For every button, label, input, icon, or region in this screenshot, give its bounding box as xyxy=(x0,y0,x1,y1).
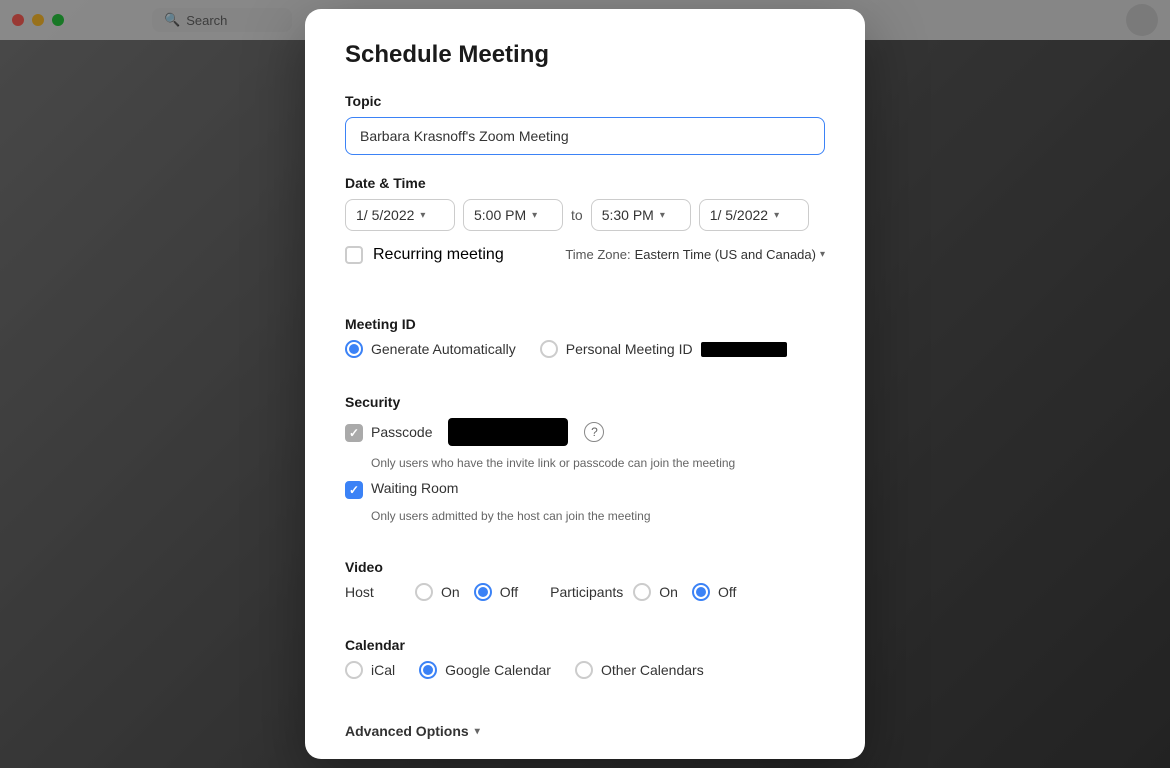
host-radio-pair: On Off xyxy=(415,583,518,601)
host-off-radio[interactable] xyxy=(474,583,492,601)
calendar-label: Calendar xyxy=(345,637,825,653)
participants-off-label: Off xyxy=(718,584,736,600)
start-time-select[interactable]: 5:00 PM ▾ xyxy=(463,199,563,231)
google-calendar-option[interactable]: Google Calendar xyxy=(419,661,551,679)
recurring-label: Recurring meeting xyxy=(373,246,504,264)
topic-input[interactable] xyxy=(345,117,825,155)
host-on-option[interactable]: On xyxy=(415,583,460,601)
end-time-select[interactable]: 5:30 PM ▾ xyxy=(591,199,691,231)
participants-video-group: Participants On Off xyxy=(550,583,736,601)
generate-auto-label: Generate Automatically xyxy=(371,341,516,357)
end-time-value: 5:30 PM xyxy=(602,207,654,223)
modal-title: Schedule Meeting xyxy=(345,41,825,69)
passcode-help-icon[interactable]: ? xyxy=(584,422,604,442)
datetime-label: Date & Time xyxy=(345,175,825,191)
schedule-meeting-modal: Schedule Meeting Topic Date & Time 1/ 5/… xyxy=(305,9,865,759)
ical-option[interactable]: iCal xyxy=(345,661,395,679)
timezone-value: Eastern Time (US and Canada) xyxy=(635,247,816,262)
passcode-row: Passcode ●●●●●●●●●● ? xyxy=(345,418,825,446)
calendar-radio-row: iCal Google Calendar Other Calendars xyxy=(345,661,825,679)
passcode-hint: Only users who have the invite link or p… xyxy=(371,456,825,470)
datetime-row: 1/ 5/2022 ▾ 5:00 PM ▾ to 5:30 PM ▾ 1/ 5/… xyxy=(345,199,825,231)
participants-on-label: On xyxy=(659,584,678,600)
help-icon-symbol: ? xyxy=(591,425,598,439)
ical-radio[interactable] xyxy=(345,661,363,679)
meeting-id-label: Meeting ID xyxy=(345,316,825,332)
start-time-chevron: ▾ xyxy=(532,210,537,221)
personal-meeting-label: Personal Meeting ID xyxy=(566,341,693,357)
end-date-chevron: ▾ xyxy=(774,210,779,221)
waiting-room-label: Waiting Room xyxy=(371,480,458,496)
topic-section: Topic xyxy=(345,93,825,155)
passcode-inline: Passcode ●●●●●●●●●● ? xyxy=(345,418,604,446)
host-on-label: On xyxy=(441,584,460,600)
passcode-label: Passcode xyxy=(371,424,432,440)
passcode-checkbox[interactable] xyxy=(345,424,363,442)
personal-meeting-option[interactable]: Personal Meeting ID ●●●●●●●●●● xyxy=(540,340,787,358)
security-section: Security Passcode ●●●●●●●●●● ? Only user… xyxy=(345,394,825,523)
generate-auto-option[interactable]: Generate Automatically xyxy=(345,340,516,358)
personal-meeting-radio[interactable] xyxy=(540,340,558,358)
participants-radio-pair: On Off xyxy=(633,583,736,601)
participants-on-radio[interactable] xyxy=(633,583,651,601)
end-time-chevron: ▾ xyxy=(660,210,665,221)
advanced-options-chevron: ▾ xyxy=(475,726,480,737)
google-calendar-radio[interactable] xyxy=(419,661,437,679)
video-section: Video Host On Off Participants xyxy=(345,559,825,601)
recurring-row: Recurring meeting Time Zone: Eastern Tim… xyxy=(345,245,825,264)
waiting-room-checkbox[interactable] xyxy=(345,481,363,499)
topic-label: Topic xyxy=(345,93,825,109)
end-date-select[interactable]: 1/ 5/2022 ▾ xyxy=(699,199,809,231)
participants-off-option[interactable]: Off xyxy=(692,583,736,601)
passcode-input[interactable]: ●●●●●●●●●● xyxy=(448,418,568,446)
meeting-id-radio-row: Generate Automatically Personal Meeting … xyxy=(345,340,825,358)
datetime-section: Date & Time 1/ 5/2022 ▾ 5:00 PM ▾ to 5:3… xyxy=(345,175,825,264)
to-text: to xyxy=(571,207,583,223)
host-off-option[interactable]: Off xyxy=(474,583,518,601)
start-date-chevron: ▾ xyxy=(420,210,425,221)
host-off-label: Off xyxy=(500,584,518,600)
host-video-group: Host On Off xyxy=(345,583,518,601)
timezone-group: Time Zone: Eastern Time (US and Canada) … xyxy=(565,247,825,262)
waiting-room-hint: Only users admitted by the host can join… xyxy=(371,509,825,523)
ical-label: iCal xyxy=(371,662,395,678)
advanced-options-label: Advanced Options xyxy=(345,723,469,739)
end-date-value: 1/ 5/2022 xyxy=(710,207,768,223)
meeting-id-section: Meeting ID Generate Automatically Person… xyxy=(345,316,825,358)
security-label: Security xyxy=(345,394,825,410)
other-calendars-label: Other Calendars xyxy=(601,662,704,678)
waiting-room-row: Waiting Room xyxy=(345,480,825,499)
host-on-radio[interactable] xyxy=(415,583,433,601)
start-time-value: 5:00 PM xyxy=(474,207,526,223)
participants-off-radio[interactable] xyxy=(692,583,710,601)
participants-on-option[interactable]: On xyxy=(633,583,678,601)
participants-label: Participants xyxy=(550,584,623,600)
calendar-section: Calendar iCal Google Calendar Other Cale… xyxy=(345,637,825,679)
advanced-options-section: Advanced Options ▾ xyxy=(345,723,825,739)
personal-meeting-value: ●●●●●●●●●● xyxy=(701,342,788,357)
google-calendar-label: Google Calendar xyxy=(445,662,551,678)
other-calendars-option[interactable]: Other Calendars xyxy=(575,661,704,679)
timezone-chevron[interactable]: ▾ xyxy=(820,249,825,260)
recurring-checkbox[interactable] xyxy=(345,246,363,264)
video-row: Host On Off Participants xyxy=(345,583,825,601)
timezone-label-text: Time Zone: xyxy=(565,247,630,262)
host-label: Host xyxy=(345,584,405,600)
advanced-options-toggle[interactable]: Advanced Options ▾ xyxy=(345,723,825,739)
start-date-value: 1/ 5/2022 xyxy=(356,207,414,223)
video-label: Video xyxy=(345,559,825,575)
start-date-select[interactable]: 1/ 5/2022 ▾ xyxy=(345,199,455,231)
generate-auto-radio[interactable] xyxy=(345,340,363,358)
other-calendars-radio[interactable] xyxy=(575,661,593,679)
